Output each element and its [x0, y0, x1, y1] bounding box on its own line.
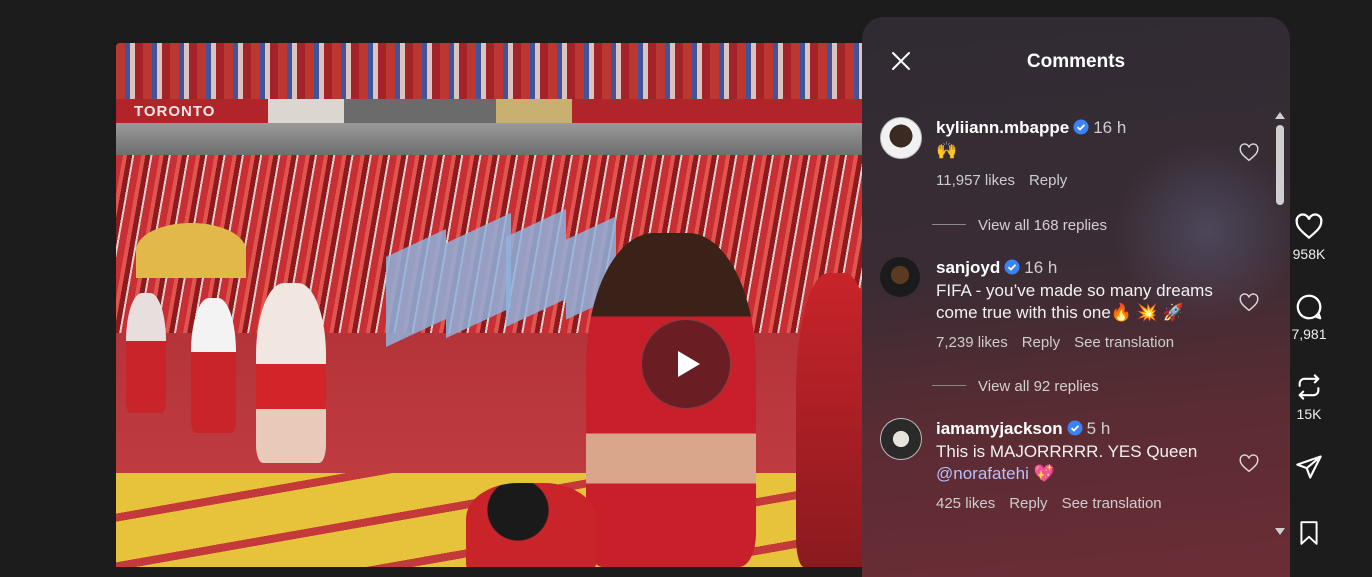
banner-text: TORONTO — [134, 103, 216, 120]
heart-icon — [1239, 454, 1259, 473]
avatar[interactable] — [880, 257, 920, 297]
panel-header: Comments — [862, 47, 1290, 77]
reply-button[interactable]: Reply — [1022, 334, 1060, 351]
save-button[interactable] — [1290, 518, 1328, 548]
view-replies-button[interactable]: View all 92 replies — [932, 378, 1099, 395]
comment-time: 16 h — [1093, 118, 1127, 137]
repost-icon — [1298, 374, 1320, 400]
reply-button[interactable]: Reply — [1009, 495, 1047, 512]
like-comment-button[interactable] — [1238, 142, 1260, 164]
like-button[interactable]: 958K — [1290, 212, 1328, 262]
heart-icon — [1295, 213, 1323, 240]
comment-icon — [1296, 294, 1322, 320]
username[interactable]: kyliiann.mbappe — [936, 118, 1069, 137]
divider — [932, 224, 966, 225]
comment-emoji: 💖 — [1033, 464, 1055, 483]
scrollbar-thumb[interactable] — [1276, 125, 1284, 205]
view-replies-label: View all 168 replies — [978, 217, 1107, 234]
verified-icon — [1073, 119, 1089, 135]
comment-body: iamamyjackson 5 h This is MAJORRRRR. YES … — [936, 418, 1226, 512]
comment-header: sanjoyd 16 h — [936, 257, 1226, 279]
comment-item: kyliiann.mbappe 16 h 🙌 11,957 likes Reply — [880, 117, 1260, 197]
divider — [932, 385, 966, 386]
repost-count: 15K — [1296, 406, 1322, 422]
likes-count[interactable]: 7,239 likes — [936, 334, 1008, 351]
view-replies-button[interactable]: View all 168 replies — [932, 217, 1107, 234]
comment-time: 16 h — [1024, 258, 1058, 277]
comment-text: 🙌 — [936, 141, 958, 160]
chevron-up-icon — [1275, 112, 1285, 119]
see-translation-button[interactable]: See translation — [1074, 334, 1174, 351]
avatar[interactable] — [880, 418, 922, 460]
scroll-up-arrow[interactable] — [1274, 107, 1286, 119]
comment-meta: 425 likes Reply See translation — [936, 495, 1226, 512]
likes-count[interactable]: 425 likes — [936, 495, 995, 512]
username[interactable]: sanjoyd — [936, 258, 1000, 277]
share-button[interactable] — [1290, 453, 1328, 481]
username[interactable]: iamamyjackson — [936, 419, 1063, 438]
stadium-stands — [116, 43, 876, 103]
comment-header: iamamyjackson 5 h — [936, 418, 1226, 440]
scroll-down-arrow[interactable] — [1274, 524, 1286, 535]
comment-item: iamamyjackson 5 h This is MAJORRRRR. YES … — [880, 418, 1260, 518]
comment-count: 7,981 — [1291, 326, 1327, 342]
comment-header: kyliiann.mbappe 16 h — [936, 117, 1226, 139]
yellow-fan — [136, 223, 246, 278]
stadium-banner: TORONTO — [116, 99, 876, 123]
comment-text: This is MAJORRRRR. YES Queen @norafatehi… — [936, 441, 1226, 485]
like-count: 958K — [1292, 246, 1326, 262]
foreground-dancer — [466, 483, 596, 567]
comment-meta: 11,957 likes Reply — [936, 172, 1226, 189]
heart-icon — [1239, 143, 1259, 162]
reply-button[interactable]: Reply — [1029, 172, 1067, 189]
play-icon — [678, 351, 700, 377]
repost-button[interactable]: 15K — [1290, 372, 1328, 422]
verified-icon — [1067, 420, 1083, 436]
comment-time: 5 h — [1086, 419, 1111, 438]
panel-title: Comments — [1026, 51, 1126, 72]
comment-body: sanjoyd 16 h FIFA - you’ve made so many d… — [936, 257, 1226, 351]
comment-body: kyliiann.mbappe 16 h 🙌 11,957 likes Reply — [936, 117, 1226, 189]
dancer — [256, 283, 326, 463]
dancer — [126, 293, 166, 413]
video-player[interactable]: TORONTO — [116, 43, 876, 567]
comment-button[interactable]: 7,981 — [1290, 292, 1328, 342]
comment-meta: 7,239 likes Reply See translation — [936, 334, 1226, 351]
play-button[interactable] — [641, 319, 731, 409]
share-icon — [1296, 455, 1322, 479]
verified-icon — [1004, 259, 1020, 275]
save-icon — [1300, 521, 1318, 545]
mention-link[interactable]: @norafatehi — [936, 464, 1029, 483]
see-translation-button[interactable]: See translation — [1062, 495, 1162, 512]
comment-item: sanjoyd 16 h FIFA - you’ve made so many d… — [880, 257, 1260, 357]
like-comment-button[interactable] — [1238, 453, 1260, 475]
likes-count[interactable]: 11,957 likes — [936, 172, 1015, 189]
comment-text-body: This is MAJORRRRR. YES Queen — [936, 442, 1198, 461]
like-comment-button[interactable] — [1238, 292, 1260, 314]
heart-icon — [1239, 293, 1259, 312]
stadium-roof — [116, 123, 876, 155]
dancer — [191, 298, 236, 433]
avatar[interactable] — [880, 117, 922, 159]
comment-text: FIFA - you’ve made so many dreams come t… — [936, 281, 1213, 322]
comments-panel: Comments kyliiann.mbappe 16 h 🙌 11,957 li… — [862, 17, 1290, 577]
view-replies-label: View all 92 replies — [978, 378, 1099, 395]
chevron-down-icon — [1275, 528, 1285, 535]
